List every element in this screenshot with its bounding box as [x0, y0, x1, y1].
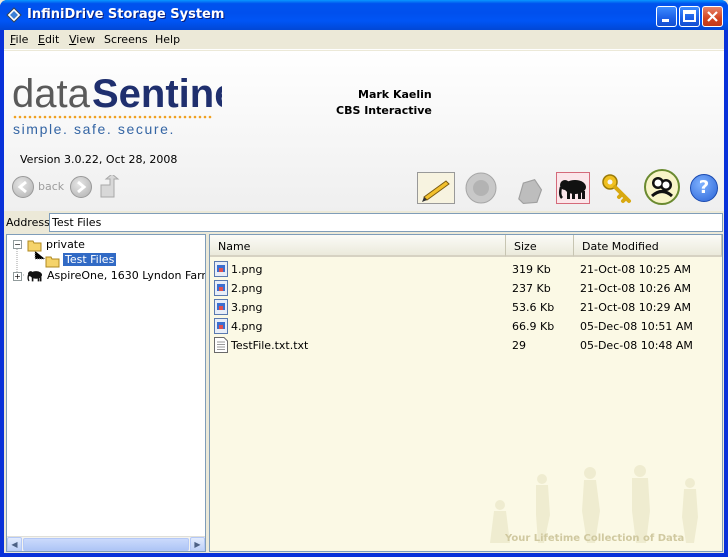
file-list: Your Lifetime Collection of Data Name Si… [209, 234, 723, 552]
minimize-button[interactable] [656, 6, 677, 27]
window-title: InfiniDrive Storage System [27, 7, 225, 22]
forward-arrow-icon [77, 180, 87, 194]
users-icon [650, 177, 674, 198]
maximize-button[interactable] [679, 6, 700, 27]
datasentinel-logo: data Sentinel simple. safe. secure. [12, 72, 222, 137]
address-bar: Address: Test Files [4, 212, 724, 234]
title-bar[interactable]: InfiniDrive Storage System [0, 0, 728, 30]
tree-expand-toggle[interactable]: + [13, 272, 22, 281]
up-folder-button[interactable] [98, 175, 120, 199]
watermark-text: Your Lifetime Collection of Data [505, 533, 685, 544]
version-label: Version 3.0.22, Oct 28, 2008 [20, 153, 178, 166]
column-header-size[interactable]: Size [506, 235, 574, 257]
menu-help[interactable]: Help [155, 33, 180, 46]
sync-button[interactable] [464, 171, 498, 205]
file-row[interactable]: 2.png 237 Kb 21-Oct-08 10:26 AM [210, 279, 722, 298]
header-panel: data Sentinel simple. safe. secure. Mark… [4, 51, 724, 211]
menu-edit[interactable]: Edit [38, 33, 59, 46]
key-button[interactable] [600, 172, 634, 206]
folder-tree: − private Test Files + AspireOne, 1630 L… [6, 234, 206, 552]
close-icon [707, 11, 718, 22]
folder-open-icon [27, 240, 42, 252]
pencil-icon [422, 180, 450, 202]
menu-bar: File Edit View Screens Help [4, 30, 724, 50]
close-button[interactable] [702, 6, 723, 27]
column-header-name[interactable]: Name [210, 235, 506, 257]
help-icon: ? [698, 177, 710, 198]
scroll-thumb[interactable] [23, 538, 189, 551]
maximize-icon [683, 10, 696, 22]
svg-text:data: data [12, 72, 91, 116]
user-organization: CBS Interactive [336, 104, 432, 117]
scroll-left-button[interactable]: ◀ [7, 537, 22, 551]
back-button[interactable]: back [12, 175, 72, 199]
image-file-icon [214, 261, 228, 277]
client-area: File Edit View Screens Help data Sentine… [4, 30, 724, 553]
help-button[interactable]: ? [690, 174, 718, 202]
elephant-icon [27, 271, 42, 282]
menu-file[interactable]: File [10, 33, 28, 46]
minimize-icon [662, 19, 669, 22]
user-name: Mark Kaelin [358, 88, 432, 101]
scroll-right-button[interactable]: ▶ [190, 537, 205, 551]
edit-button[interactable] [417, 172, 455, 204]
app-icon [6, 7, 22, 23]
users-button[interactable] [644, 169, 680, 205]
menu-screens[interactable]: Screens [104, 33, 148, 46]
file-row[interactable]: 1.png 319 Kb 21-Oct-08 10:25 AM [210, 260, 722, 279]
forward-button[interactable] [70, 176, 92, 198]
tree-collapse-toggle[interactable]: − [13, 240, 22, 249]
elephant-icon [558, 180, 586, 199]
image-file-icon [214, 318, 228, 334]
file-row[interactable]: TestFile.txt.txt 29 05-Dec-08 10:48 AM [210, 336, 722, 355]
address-label: Address: [6, 216, 54, 229]
tree-horizontal-scrollbar[interactable]: ◀ ▶ [7, 536, 205, 551]
svg-text:simple. safe. secure.: simple. safe. secure. [13, 121, 175, 137]
menu-view[interactable]: View [69, 33, 95, 46]
app-window: InfiniDrive Storage System File Edit Vie… [0, 0, 728, 557]
column-header-date-modified[interactable]: Date Modified [574, 235, 722, 257]
file-row[interactable]: 4.png 66.9 Kb 05-Dec-08 10:51 AM [210, 317, 722, 336]
back-arrow-icon [12, 176, 34, 198]
image-file-icon [214, 280, 228, 296]
text-file-icon [214, 337, 228, 353]
svg-text:Sentinel: Sentinel [92, 72, 222, 116]
elephant-button[interactable] [556, 172, 590, 204]
restore-button[interactable] [512, 174, 546, 208]
folder-icon [45, 256, 60, 268]
file-row[interactable]: 3.png 53.6 Kb 21-Oct-08 10:29 AM [210, 298, 722, 317]
address-input[interactable]: Test Files [49, 213, 723, 232]
image-file-icon [214, 299, 228, 315]
